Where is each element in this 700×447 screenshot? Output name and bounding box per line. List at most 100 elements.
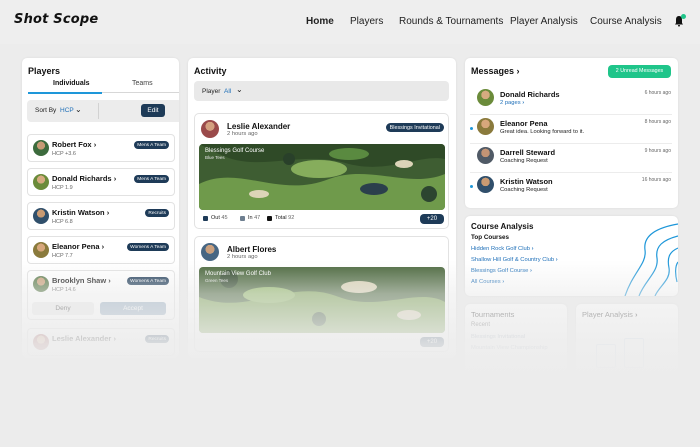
nav-players[interactable]: Players [350, 16, 383, 27]
message-row[interactable]: Kristin Watson Coaching Request 16 hours… [465, 174, 678, 203]
in-icon [240, 216, 245, 221]
chevron-right-icon: › [502, 279, 505, 285]
avatar [477, 147, 494, 164]
course-name: Mountain View Golf Club [205, 271, 271, 277]
nav-home[interactable]: Home [306, 16, 334, 27]
message-pages-link[interactable]: 2 pages › [500, 100, 524, 106]
edit-button[interactable]: Edit [141, 104, 165, 117]
player-filter[interactable]: Player All ⌄ [194, 81, 449, 101]
chevron-down-icon[interactable]: ⌄ [236, 85, 243, 94]
player-hcp: HCP 1.9 [52, 185, 73, 191]
message-row[interactable]: Darrell Steward Coaching Request 9 hours… [465, 145, 678, 174]
team-badge: Mens A Team [134, 175, 169, 183]
tab-individuals[interactable]: Individuals [53, 80, 90, 87]
message-time: 8 hours ago [644, 119, 671, 125]
accept-button[interactable]: Accept [100, 302, 166, 315]
tournaments-title[interactable]: Tournaments [471, 310, 514, 319]
total-score: Total 92 [275, 215, 295, 221]
post-time: 2 hours ago [227, 131, 258, 137]
shot-scope-logo[interactable]: Shot Scope [14, 12, 98, 27]
player-analysis-card: Player Analysis › [576, 304, 678, 374]
top-courses-label: Top Courses [471, 234, 510, 241]
avatar [33, 174, 49, 190]
chevron-right-icon: › [108, 276, 111, 285]
avatar [477, 89, 494, 106]
course-link[interactable]: Blessings Golf Course › [471, 268, 532, 274]
sort-value[interactable]: HCP [60, 107, 74, 114]
players-tabs: Individuals Teams [28, 80, 179, 94]
message-row[interactable]: Eleanor Pena Great idea. Looking forward… [465, 116, 678, 145]
course-link[interactable]: Hidden Rock Golf Club › [471, 246, 534, 252]
player-name[interactable]: Donald Richards › [52, 174, 116, 183]
score-badge: +20 [420, 337, 444, 347]
post-time: 2 hours ago [227, 254, 258, 260]
message-row[interactable]: Donald Richards 2 pages › 6 hours ago [465, 87, 678, 116]
contour-lines-graphic [624, 223, 678, 296]
in-score: In 47 [248, 215, 261, 221]
chevron-right-icon: › [516, 66, 520, 76]
player-name[interactable]: Robert Fox › [52, 140, 96, 149]
player-name[interactable]: Leslie Alexander › [52, 334, 116, 343]
chevron-right-icon: › [113, 334, 116, 343]
message-preview: Great idea. Looking forward to it. [500, 129, 585, 135]
message-sender: Kristin Watson [500, 177, 553, 186]
player-analysis-title[interactable]: Player Analysis › [582, 310, 637, 319]
course-name: Blessings Golf Course [205, 148, 265, 154]
tournament-link[interactable]: Mountain View Championship [471, 345, 548, 351]
message-time: 9 hours ago [644, 148, 671, 154]
top-nav-bar: Shot Scope Home Players Rounds & Tournam… [0, 0, 700, 44]
player-request-row: Brooklyn Shaw › HCP 14.6 Womens A Team D… [27, 270, 175, 320]
course-aerial-image[interactable]: Blessings Golf Course Blue Tees [199, 144, 445, 210]
chevron-down-icon[interactable]: ⌄ [75, 105, 82, 114]
course-aerial-image[interactable]: Mountain View Golf Club Green Tees [199, 267, 445, 333]
all-courses-link[interactable]: All Courses › [471, 279, 504, 285]
chart-bar [596, 344, 616, 368]
tab-teams[interactable]: Teams [132, 80, 153, 87]
players-title: Players [28, 66, 61, 76]
players-card: Players Individuals Teams Sort By HCP ⌄ … [22, 58, 179, 358]
tab-active-underline [28, 92, 102, 94]
message-sender: Darrell Steward [500, 148, 556, 157]
filter-label: Player [202, 88, 221, 95]
player-row[interactable]: Leslie Alexander › Recruits [27, 328, 175, 356]
player-name[interactable]: Brooklyn Shaw › [52, 276, 111, 285]
message-preview: Coaching Request [500, 187, 548, 193]
out-score: Out 45 [211, 215, 228, 221]
course-tee: Green Tees [205, 278, 229, 283]
post-author[interactable]: Leslie Alexander [227, 122, 290, 131]
avatar [33, 208, 49, 224]
event-badge[interactable]: Blessings Invitational [385, 123, 444, 132]
chevron-right-icon: › [113, 174, 117, 183]
notification-dot [681, 14, 686, 19]
avatar [33, 242, 49, 258]
unread-dot [470, 185, 473, 188]
message-time: 16 hours ago [641, 177, 671, 183]
player-row[interactable]: Kristin Watson › HCP 6.8 Recruits [27, 202, 175, 230]
message-sender: Donald Richards [500, 90, 560, 99]
chart-bar [624, 338, 644, 368]
unread-messages-button[interactable]: 2 Unread Messages [608, 65, 671, 78]
tournament-link[interactable]: Blessings Invitational [471, 334, 525, 340]
player-hcp: HCP 7.7 [52, 253, 73, 259]
player-row[interactable]: Eleanor Pena › HCP 7.7 Womens A Team [27, 236, 175, 264]
team-badge: Recruits [145, 335, 169, 343]
activity-post: Leslie Alexander 2 hours ago Blessings I… [194, 113, 449, 229]
nav-player-analysis[interactable]: Player Analysis [510, 16, 578, 27]
player-name[interactable]: Kristin Watson › [52, 208, 109, 217]
deny-button[interactable]: Deny [32, 302, 94, 315]
messages-title[interactable]: Messages › [471, 66, 520, 76]
player-row[interactable]: Donald Richards › HCP 1.9 Mens A Team [27, 168, 175, 196]
course-link[interactable]: Shallow Hill Golf & Country Club › [471, 257, 558, 263]
player-name[interactable]: Eleanor Pena › [52, 242, 104, 251]
messages-card: Messages › 2 Unread Messages Donald Rich… [465, 58, 678, 208]
avatar [201, 120, 219, 138]
nav-rounds-tournaments[interactable]: Rounds & Tournaments [399, 16, 503, 27]
filter-value[interactable]: All [224, 88, 231, 95]
player-row[interactable]: Robert Fox › HCP +3.6 Mens A Team [27, 134, 175, 162]
player-hcp: HCP +3.6 [52, 151, 76, 157]
nav-course-analysis[interactable]: Course Analysis [590, 16, 662, 27]
divider [470, 114, 672, 115]
course-analysis-title[interactable]: Course Analysis [471, 222, 533, 231]
chevron-right-icon: › [101, 242, 105, 251]
post-author[interactable]: Albert Flores [227, 245, 276, 254]
